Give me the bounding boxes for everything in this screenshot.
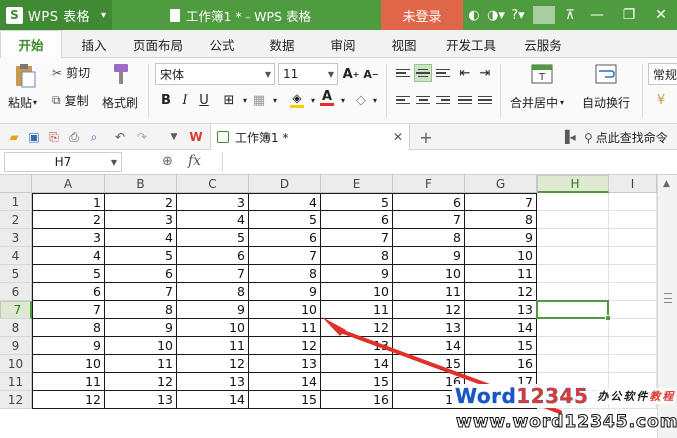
watermark-subtitle: 办公软件教程 bbox=[597, 388, 676, 404]
watermark-url: www.word12345.com bbox=[456, 412, 677, 433]
watermark: Word12345 办公软件教程 www.word12345.com bbox=[452, 381, 677, 438]
watermark-brand-row: Word12345 办公软件教程 bbox=[452, 381, 676, 411]
annotation-arrow bbox=[322, 317, 562, 414]
watermark-brand: Word12345 bbox=[452, 384, 592, 408]
